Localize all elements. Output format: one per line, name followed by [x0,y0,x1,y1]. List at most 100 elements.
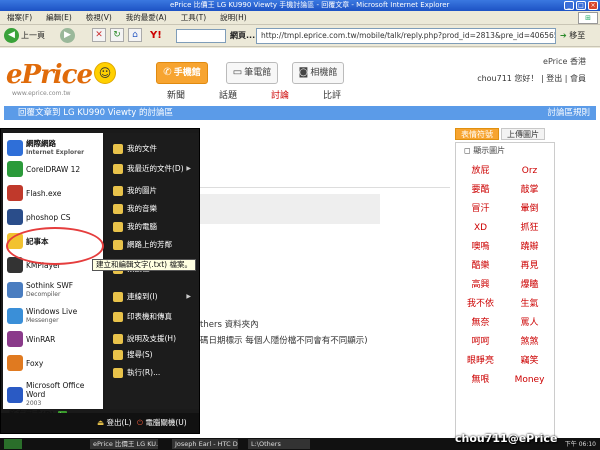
emoticon-item[interactable]: 蹺辮 [505,239,554,255]
show-images-toggle[interactable]: ◻ 顯示圖片 [456,143,554,159]
emoticon-item[interactable]: 爆瞌 [505,277,554,293]
eprice-logo[interactable]: ePrice [6,60,93,90]
place-item-9[interactable]: 說明及支援(H) [113,333,197,344]
camera-icon: ◙ [298,67,309,78]
place-item-0[interactable]: 我的文件 [113,143,197,154]
place-item-1[interactable]: 我最近的文件(D) ▶ [113,163,197,174]
maximize-button[interactable]: □ [576,1,586,10]
start-menu-footer: ⏏ 登出(L) ⏻ 電腦關機(U) [1,413,199,433]
start-item-10[interactable]: Microsoft Office Word 2003 [7,381,101,408]
start-item-0[interactable]: 網際網路 Internet Explorer [7,139,101,157]
stop-icon[interactable]: ✕ [92,28,106,42]
emoticon-item[interactable]: 再見 [505,258,554,274]
tab-phones[interactable]: ✆ 手機館 [156,62,208,84]
place-item-5[interactable]: 網路上的芳鄰 [113,239,197,250]
tab-cameras[interactable]: ◙ 相機館 [292,62,344,84]
emoticon-item[interactable]: 抓狂 [505,220,554,236]
taskbar-item-folder[interactable]: L:\Others [248,439,310,449]
menu-file[interactable]: 檔案(F) [0,12,39,23]
back-button-label[interactable]: 上一頁 [21,28,45,44]
emoticon-item[interactable]: 眼睜亮 [456,353,505,369]
start-item-6[interactable]: Sothink SWF Decompiler [7,281,101,299]
notepad-tooltip: 建立和編輯文字(.txt) 檔案。 [92,259,196,271]
home-icon[interactable]: ⌂ [128,28,142,42]
emoticon-item[interactable]: 高興 [456,277,505,293]
emoticon-item[interactable]: 敲掌 [505,182,554,198]
menu-view[interactable]: 檢視(V) [79,12,119,23]
folder-icon [113,291,123,302]
start-item-label: Foxy [26,358,44,368]
menu-edit[interactable]: 編輯(E) [39,12,79,23]
user-greeting[interactable]: chou711 您好！ | 登出 | 會員 [477,73,586,84]
tab-laptops[interactable]: ▭ 筆電館 [226,62,278,84]
start-item-3[interactable]: phoshop CS [7,209,101,225]
place-item-2[interactable]: 我的圖片 [113,185,197,196]
taskbar-item-htc[interactable]: Joseph Earl - HTC Di... [172,439,238,449]
emoticon-item[interactable]: 酷樂 [456,258,505,274]
go-button[interactable]: ➔ 移至 [560,28,596,44]
refresh-icon[interactable]: ↻ [110,28,124,42]
subnav-topics[interactable]: 話題 [202,88,254,101]
forward-arrow-icon[interactable]: ▶ [60,28,75,43]
start-item-9[interactable]: Foxy [7,355,101,371]
emoticon-item[interactable]: 要酷 [456,182,505,198]
subnav-reviews[interactable]: 比評 [306,88,358,101]
emoticon-item[interactable]: 煞煞 [505,334,554,350]
emoticon-item[interactable]: 我不依 [456,296,505,312]
toolbar-search-input[interactable] [176,29,226,43]
emoticon-item[interactable]: 生氣 [505,296,554,312]
start-item-7[interactable]: Windows Live Messenger [7,307,101,325]
place-item-10[interactable]: 搜尋(S) [113,349,197,360]
tab-emoticons[interactable]: 表情符號 [455,128,499,140]
emoticon-item[interactable]: Orz [505,163,554,179]
emoticon-item[interactable]: XD [456,220,505,236]
region-link[interactable]: ePrice 香港 [477,56,586,67]
subnav-news[interactable]: 新聞 [150,88,202,101]
place-item-label: 我的文件 [127,144,157,153]
forum-rules-link[interactable]: 討論區規則 [547,106,590,120]
reply-header-bar: 回覆文章到 LG KU990 Viewty 的討論區 討論區規則 [4,106,596,120]
place-item-label: 連線到(I) [127,292,158,301]
subnav-discussion[interactable]: 討論 [254,88,306,101]
place-item-8[interactable]: 印表機和傳真 [113,311,197,322]
emoticon-item[interactable]: 無哏 [456,372,505,388]
back-arrow-icon[interactable]: ◀ [4,28,19,43]
editor-toolbar[interactable] [200,174,450,188]
start-button[interactable] [4,439,22,449]
emoticon-item[interactable]: 冒汗 [456,201,505,217]
start-item-8[interactable]: WinRAR [7,331,101,347]
start-item-2[interactable]: Flash.exe [7,185,101,201]
tab-upload-image[interactable]: 上傳圖片 [501,128,545,140]
emoticon-item[interactable]: 噢嗚 [456,239,505,255]
messenger-icon [7,308,23,324]
place-item-7[interactable]: 連線到(I) ▶ [113,291,197,302]
menu-tools[interactable]: 工具(T) [174,12,213,23]
minimize-button[interactable]: _ [564,1,574,10]
emoticon-item[interactable]: 竊笑 [505,353,554,369]
place-item-11[interactable]: 執行(R)... [113,367,197,378]
place-item-3[interactable]: 我的音樂 [113,203,197,214]
menu-favorites[interactable]: 我的最愛(A) [119,12,174,23]
folder-icon [113,163,123,174]
place-item-4[interactable]: 我的電腦 [113,221,197,232]
emoticon-item[interactable]: 無奈 [456,315,505,331]
logoff-button[interactable]: ⏏ 登出(L) [97,417,132,428]
emoticon-item[interactable]: Money [505,372,554,388]
yahoo-toolbar-icon[interactable]: Y! [150,28,162,44]
toolbar-search-button[interactable]: 網頁... [230,28,255,44]
start-menu-programs: 所有程式(P)▶ 網際網路Internet ExplorerCorelDRAW … [3,133,103,420]
emoticon-grid: 放屁 Orz 要酷 敲掌 冒汗 暈倒 XD 抓狂 噢嗚 蹺辮 酷樂 再見 高興 爆瞌 我不依 生氣 無奈 罵人 呵呵… [456,159,554,388]
start-item-1[interactable]: CorelDRAW 12 [7,161,101,177]
shutdown-button[interactable]: ⏻ 電腦關機(U) [137,417,187,428]
emoticon-item[interactable]: 罵人 [505,315,554,331]
emoticon-item[interactable]: 放屁 [456,163,505,179]
place-item-label: 說明及支援(H) [127,334,176,343]
menu-help[interactable]: 說明(H) [213,12,254,23]
emoticon-item[interactable]: 暈倒 [505,201,554,217]
emoticon-item[interactable]: 呵呵 [456,334,505,350]
taskbar-item-ie[interactable]: ePrice 比價王 LG KU... [90,439,158,449]
foxy-icon [7,355,23,371]
close-button[interactable]: × [588,1,598,10]
photoshop-icon [7,209,23,225]
address-bar[interactable]: http://tmpl.eprice.com.tw/mobile/talk/re… [256,28,556,44]
